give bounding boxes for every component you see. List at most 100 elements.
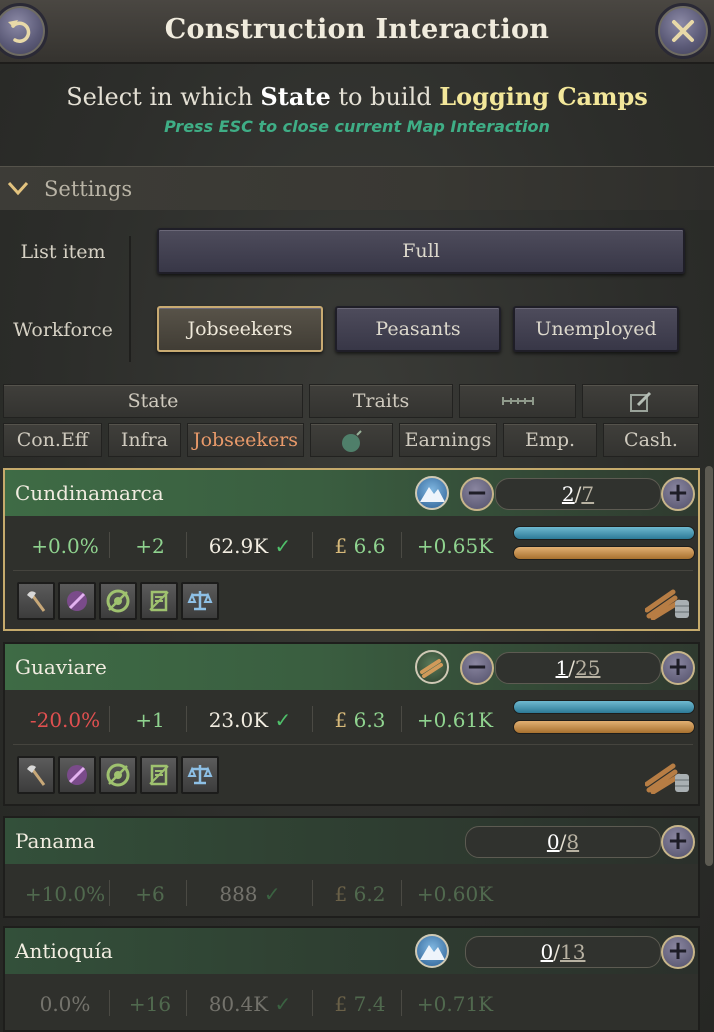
jobseekers-number: 888	[219, 882, 258, 906]
bomb-icon	[341, 430, 362, 452]
earnings-number: 7.4	[353, 992, 386, 1016]
state-row-panama[interactable]: Panama 0/8 + +10.0% +6 888 ✓ £ 6.2 +0.60…	[3, 816, 700, 918]
pound-icon: £	[334, 708, 348, 732]
list-item-label: List item	[20, 241, 106, 263]
instruction-prefix: Select in which	[66, 83, 253, 111]
state-name: Antioquía	[15, 939, 113, 963]
infra-value: +2	[135, 534, 165, 558]
feather-icon[interactable]	[58, 756, 96, 794]
settings-divider	[129, 236, 131, 362]
row-divider	[13, 744, 693, 745]
sort-employment[interactable]: Emp.	[503, 423, 597, 457]
instruction-state: State	[260, 82, 331, 111]
divider	[109, 532, 110, 558]
divider	[312, 706, 313, 732]
earnings-value: £ 7.4	[320, 992, 400, 1016]
decrease-button[interactable]: −	[460, 651, 494, 685]
divider	[109, 706, 110, 732]
settings-toggle[interactable]: Settings	[0, 166, 714, 210]
instruction-middle: to build	[338, 83, 432, 111]
state-row-cundinamarca[interactable]: Cundinamarca − 2/7 + +0.0% +2 62.9K ✓ £ …	[3, 468, 700, 631]
pound-icon: £	[334, 992, 348, 1016]
cash-value: +0.71K	[416, 992, 494, 1016]
workforce-jobseekers-button[interactable]: Jobseekers	[157, 306, 323, 352]
feather-icon[interactable]	[58, 582, 96, 620]
con-eff-value: 0.0%	[39, 992, 91, 1016]
built-count: 1	[555, 656, 569, 680]
check-icon: ✓	[274, 534, 292, 558]
built-count: 2	[561, 482, 575, 506]
state-name: Panama	[15, 829, 96, 853]
sort-notes[interactable]	[582, 384, 699, 418]
gear-crossed-icon[interactable]	[99, 756, 137, 794]
cash-value: +0.60K	[416, 882, 494, 906]
check-icon: ✓	[263, 882, 281, 906]
gear-crossed-icon[interactable]	[99, 582, 137, 620]
scales-icon[interactable]	[181, 582, 219, 620]
esc-hint: Press ESC to close current Map Interacti…	[164, 117, 550, 136]
edit-icon	[629, 391, 651, 412]
sort-resource[interactable]	[310, 423, 393, 457]
state-row-antioquia[interactable]: Antioquía 0/13 + 0.0% +16 80.4K ✓ £ 7.4 …	[3, 926, 700, 1032]
mountain-icon	[415, 476, 449, 510]
divider	[186, 532, 187, 558]
wood-icon	[415, 650, 449, 684]
workforce-unemployed-button[interactable]: Unemployed	[513, 306, 679, 352]
panel-title: Construction Interaction	[164, 14, 550, 45]
sort-traits[interactable]: Traits	[309, 384, 453, 418]
earnings-value: £ 6.3	[320, 708, 400, 732]
sort-con-eff[interactable]: Con.Eff	[3, 423, 102, 457]
decrease-button[interactable]: −	[460, 477, 494, 511]
close-button[interactable]	[655, 3, 711, 59]
sort-infra[interactable]: Infra	[108, 423, 181, 457]
sort-cash[interactable]: Cash.	[603, 423, 699, 457]
chevron-down-icon	[7, 181, 29, 196]
earnings-number: 6.6	[353, 534, 386, 558]
divider	[109, 880, 110, 906]
level-counter: 2/7	[495, 478, 661, 510]
earnings-number: 6.2	[353, 882, 386, 906]
scales-icon[interactable]	[181, 756, 219, 794]
check-icon: ✓	[274, 708, 292, 732]
sort-jobseekers[interactable]: Jobseekers	[187, 423, 304, 457]
divider	[186, 990, 187, 1016]
row-header: Guaviare − 1/25 +	[5, 644, 698, 690]
sort-distance[interactable]	[459, 384, 576, 418]
axe-icon[interactable]	[17, 756, 55, 794]
increase-button[interactable]: +	[661, 935, 695, 969]
increase-button[interactable]: +	[661, 651, 695, 685]
sort-state[interactable]: State	[3, 384, 303, 418]
jobseekers-number: 80.4K	[208, 992, 269, 1016]
sort-earnings[interactable]: Earnings	[399, 423, 497, 457]
employment-bar	[513, 700, 695, 714]
instruction-text: Select in which State to build Logging C…	[0, 82, 714, 111]
infra-value: +6	[135, 882, 165, 906]
row-header: Cundinamarca − 2/7 +	[5, 470, 698, 516]
level-counter: 0/8	[465, 826, 661, 858]
increase-button[interactable]: +	[661, 825, 695, 859]
state-row-guaviare[interactable]: Guaviare − 1/25 + -20.0% +1 23.0K ✓ £ 6.…	[3, 642, 700, 806]
workforce-peasants-button[interactable]: Peasants	[335, 306, 501, 352]
con-eff-value: -20.0%	[29, 708, 101, 732]
scrollbar[interactable]	[705, 466, 713, 866]
pound-icon: £	[334, 882, 348, 906]
check-icon: ✓	[274, 992, 292, 1016]
building-name: Logging Camps	[439, 82, 648, 111]
cash-value: +0.65K	[416, 534, 494, 558]
divider	[186, 706, 187, 732]
max-count: 13	[560, 940, 586, 964]
earnings-value: £ 6.6	[320, 534, 400, 558]
cash-bar	[513, 720, 695, 734]
increase-button[interactable]: +	[661, 477, 695, 511]
construction-panel: Construction Interaction Select in which…	[0, 0, 714, 1032]
document-crossed-icon[interactable]	[140, 582, 178, 620]
document-crossed-icon[interactable]	[140, 756, 178, 794]
list-item-full-button[interactable]: Full	[157, 228, 685, 274]
pound-icon: £	[334, 534, 348, 558]
divider	[401, 706, 402, 732]
divider	[109, 990, 110, 1016]
axe-icon[interactable]	[17, 582, 55, 620]
state-name: Guaviare	[15, 655, 107, 679]
earnings-number: 6.3	[353, 708, 386, 732]
row-header: Panama 0/8 +	[5, 818, 698, 864]
